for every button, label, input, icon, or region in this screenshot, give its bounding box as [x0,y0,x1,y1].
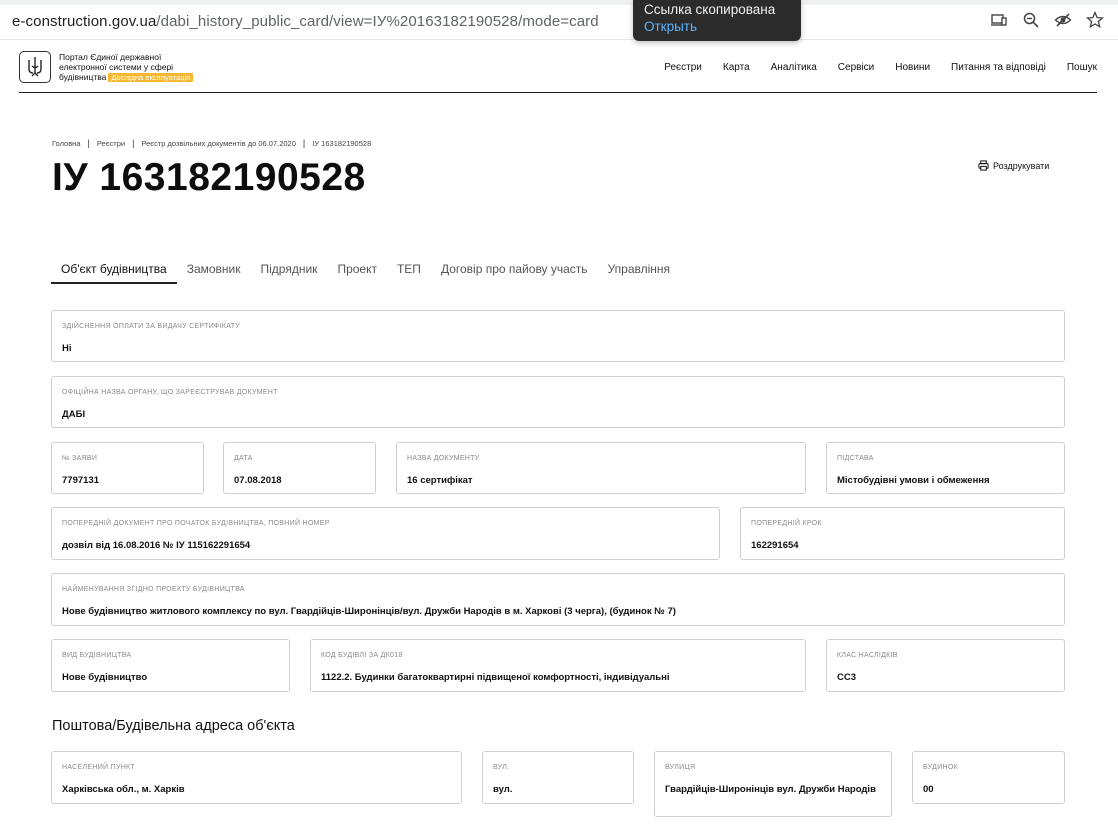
field-basis: Підстава Містобудівні умови і обмеження [826,442,1065,494]
url-path: /dabi_history_public_card/view=ІУ%201631… [156,13,599,30]
tab-management[interactable]: Управління [598,255,680,284]
trident-logo-icon[interactable] [19,51,51,83]
tab-tep[interactable]: ТЕП [387,255,431,284]
tracking-protection-icon[interactable] [1054,11,1072,29]
field-value: Нове будівництво [62,672,148,683]
field-value: 7797131 [62,475,99,486]
url-host: e-construction.gov.ua [12,13,157,30]
field-value: Харківська обл., м. Харків [62,784,185,795]
field-authority: Офіційна назва органу, що зареєстрував д… [51,376,1065,428]
field-value: дозвіл від 16.08.2016 № ІУ 115162291654 [62,540,251,551]
field-value: 1122.2. Будинки багатоквартирні підвищен… [321,672,670,683]
toast-message: Ссылка скопирована [644,2,776,17]
field-label: Здійснення оплати за видачу сертифікату [62,323,241,330]
portal-name[interactable]: Портал Єдиної державної електронної сист… [59,52,229,83]
field-label: Код будівлі за ДК018 [321,652,403,659]
breadcrumb-separator: | [302,138,306,148]
field-value: 162291654 [751,540,799,551]
field-value: ДАБІ [62,409,86,420]
browser-tab-strip [0,0,1118,5]
zoom-icon[interactable] [1022,11,1040,29]
browser-toolbar-icons [990,11,1104,29]
breadcrumb-separator: | [132,138,135,148]
field-value: Гвардійців-Широнінців вул. Дружби Народі… [665,784,876,795]
field-application-no: № заяви 7797131 [51,442,204,494]
tab-contractor[interactable]: Підрядник [251,255,328,284]
field-label: Будинок [923,764,959,771]
field-value: 16 сертифікат [407,475,473,486]
field-label: № заяви [62,455,98,462]
field-label: Вул. [493,764,510,771]
portal-line-3: будівництва [59,72,107,82]
field-payment: Здійснення оплати за видачу сертифікату … [51,310,1065,362]
nav-search[interactable]: Пошук [1067,62,1097,73]
bookmark-star-icon[interactable] [1086,11,1104,29]
field-value: Містобудівні умови і обмеження [837,475,990,486]
field-street-type: Вул. вул. [482,751,634,804]
field-label: Попередній документ про початок будівниц… [62,520,330,527]
site-header: Портал Єдиної державної електронної сист… [19,44,1097,93]
field-locality: Населений пункт Харківська обл., м. Харк… [51,751,462,804]
field-label: Назва документу [407,455,480,462]
tab-customer[interactable]: Замовник [177,255,251,284]
breadcrumb-separator: | [87,138,90,148]
field-prev-step: Попередній крок 162291654 [740,507,1065,560]
field-label: Офіційна назва органу, що зареєстрував д… [62,389,278,396]
field-project-name: Найменування згідно проекту будівництва … [51,573,1065,626]
tab-construction-object[interactable]: Об'єкт будівництва [51,255,177,284]
field-value: 07.08.2018 [234,475,282,486]
field-label: Вид будівництва [62,652,132,659]
print-label: Роздрукувати [993,160,1050,171]
field-label: Попередній крок [751,520,822,527]
field-street: Вулиця Гвардійців-Широнінців вул. Дружби… [654,751,892,817]
browser-address-bar: e-construction.gov.ua/dabi_history_publi… [0,0,1118,40]
field-consequence-class: Клас наслідків СС3 [826,639,1065,692]
field-value: 00 [923,784,934,795]
tab-share-agreement[interactable]: Договір про пайову участь [431,255,598,284]
breadcrumb-home[interactable]: Головна [52,139,81,148]
breadcrumb-current: ІУ 163182190528 [312,138,372,148]
toast-open-link[interactable]: Открыть [644,18,790,35]
portal-line-1: Портал Єдиної державної [59,52,162,62]
breadcrumb: Головна | Реєстри | Реєстр дозвільних доку… [52,138,371,148]
field-label: Підстава [837,455,874,462]
address-section-title: Поштова/Будівельна адреса об'єкта [52,718,295,734]
field-value: Ні [62,343,72,354]
field-value: вул. [493,784,513,795]
field-value: Нове будівництво житлового комплексу по … [62,606,676,617]
nav-services[interactable]: Сервіси [838,62,874,73]
field-building-code: Код будівлі за ДК018 1122.2. Будинки баг… [310,639,806,692]
portal-line-2: електронної системи у сфері [59,62,174,72]
url-field[interactable]: e-construction.gov.ua/dabi_history_publi… [12,13,599,30]
field-value: СС3 [837,672,857,683]
tabs: Об'єкт будівництва Замовник Підрядник Пр… [51,255,680,284]
nav-analytics[interactable]: Аналітика [771,62,817,73]
field-label: Клас наслідків [837,652,898,659]
field-label: Дата [234,455,253,462]
printer-icon [978,160,989,171]
copied-toast: Ссылка скопирована Открыть [633,0,801,41]
field-date: Дата 07.08.2018 [223,442,376,494]
field-doc-name: Назва документу 16 сертифікат [396,442,806,494]
beta-badge: Дослідна експлуатація [108,73,194,82]
field-label: Населений пункт [62,764,136,771]
field-label: Найменування згідно проекту будівництва [62,586,245,593]
breadcrumb-registry[interactable]: Реєстр дозвільних документів до 06.07.20… [141,139,296,148]
nav-news[interactable]: Новини [895,62,930,73]
nav-map[interactable]: Карта [723,62,750,73]
install-app-icon[interactable] [990,11,1008,29]
breadcrumb-registries[interactable]: Реєстри [97,139,125,148]
field-prev-doc: Попередній документ про початок будівниц… [51,507,720,560]
print-button[interactable]: Роздрукувати [978,160,1049,171]
nav-faq[interactable]: Питання та відповіді [951,62,1046,73]
main-nav: Реєстри Карта Аналітика Сервіси Новини П… [643,62,1097,73]
tab-project[interactable]: Проект [327,255,387,284]
field-label: Вулиця [665,764,696,771]
page-title: ІУ 163182190528 [52,156,366,199]
field-construction-type: Вид будівництва Нове будівництво [51,639,290,692]
nav-registries[interactable]: Реєстри [664,62,702,73]
field-building: Будинок 00 [912,751,1065,804]
